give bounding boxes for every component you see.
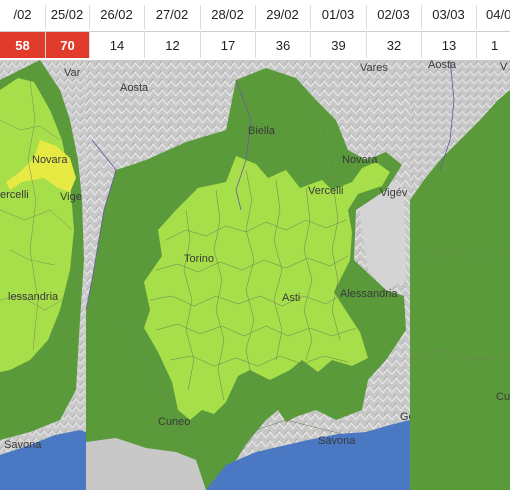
city-label-alessandria: lessandria [8, 291, 59, 303]
map-previous-day[interactable]: Var Novara ercelli Vige lessandria Savon… [0, 60, 86, 490]
city-label-asti: Asti [282, 292, 300, 304]
city-label-torino: Torino [184, 253, 214, 265]
day-label[interactable]: 04/0 [476, 5, 510, 29]
day-value[interactable]: 1 [476, 31, 510, 58]
city-label-vigevano: Vige [60, 191, 82, 203]
day-label[interactable]: 27/02 [144, 5, 200, 29]
map-selected-day-svg: Aosta Biella Vares Novara Vercelli Vigév… [86, 60, 410, 490]
city-label-aosta: Aosta [428, 60, 457, 71]
date-value-strip: /02 25/02 26/02 27/02 28/02 29/02 01/03 … [0, 0, 510, 60]
city-label-aosta: Aosta [120, 82, 149, 94]
map-previous-day-svg: Var Novara ercelli Vige lessandria Savon… [0, 60, 86, 490]
city-label-cuneo: Cu [496, 391, 510, 403]
city-label-savona: Savona [4, 439, 42, 451]
day-value[interactable]: 12 [144, 31, 200, 58]
map-next-day-svg: Aosta V Cu [410, 60, 510, 490]
day-label[interactable]: 01/03 [310, 5, 366, 29]
day-label[interactable]: 28/02 [200, 5, 255, 29]
city-label-varese: Var [64, 67, 81, 79]
city-label-vercelli: Vercelli [308, 185, 343, 197]
day-value-high[interactable]: 58 [0, 31, 45, 58]
city-label-vigevano: Vigév [380, 187, 408, 199]
map-selected-day[interactable]: Aosta Biella Vares Novara Vercelli Vigév… [86, 60, 410, 490]
day-value[interactable]: 32 [366, 31, 421, 58]
day-value[interactable]: 13 [421, 31, 476, 58]
day-label[interactable]: 29/02 [255, 5, 310, 29]
day-value[interactable]: 39 [310, 31, 366, 58]
map-next-day[interactable]: Aosta V Cu [410, 60, 510, 490]
city-label-novara: Novara [342, 154, 378, 166]
city-label-varese: V [500, 61, 508, 73]
city-label-genova: Ge [400, 411, 410, 423]
day-label[interactable]: /02 [0, 5, 45, 29]
city-label-varese: Vares [360, 62, 388, 74]
day-value[interactable]: 14 [89, 31, 144, 58]
city-label-novara: Novara [32, 154, 68, 166]
city-label-savona: Savona [318, 435, 356, 447]
day-value[interactable]: 17 [200, 31, 255, 58]
city-label-cuneo: Cuneo [158, 416, 190, 428]
city-label-biella: Biella [248, 125, 276, 137]
day-value-high[interactable]: 70 [45, 31, 89, 58]
day-label[interactable]: 03/03 [421, 5, 476, 29]
map-carousel: Var Novara ercelli Vige lessandria Savon… [0, 60, 510, 490]
city-label-alessandria: Alessandria [340, 288, 398, 300]
day-value[interactable]: 36 [255, 31, 310, 58]
day-label[interactable]: 26/02 [89, 5, 144, 29]
day-label[interactable]: 02/03 [366, 5, 421, 29]
day-label[interactable]: 25/02 [45, 5, 89, 29]
city-label-vercelli: ercelli [0, 189, 29, 201]
